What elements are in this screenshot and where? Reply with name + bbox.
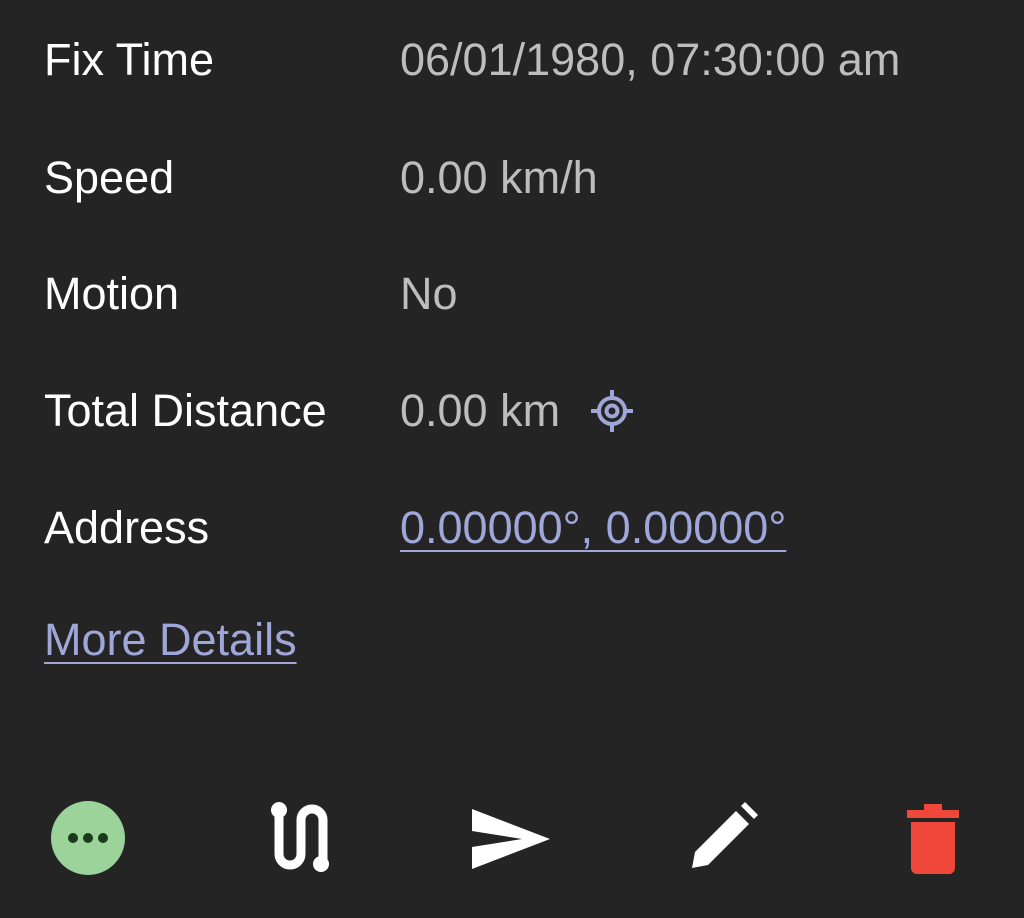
gear-icon[interactable] xyxy=(590,389,634,433)
fix-time-row: Fix Time 06/01/1980, 07:30:00 am xyxy=(44,30,994,90)
delete-button[interactable] xyxy=(890,796,976,882)
more-details-link[interactable]: More Details xyxy=(44,614,297,666)
total-distance-row: Total Distance 0.00 km xyxy=(44,381,994,441)
route-button[interactable] xyxy=(256,794,342,880)
fix-time-label: Fix Time xyxy=(44,34,215,85)
fix-time-value: 06/01/1980, 07:30:00 am xyxy=(400,34,901,85)
address-coordinates-link[interactable]: 0.00000°, 0.00000° xyxy=(400,502,786,554)
speed-value: 0.00 km/h xyxy=(400,152,598,203)
send-icon xyxy=(472,809,550,869)
send-button[interactable] xyxy=(468,796,554,882)
more-button[interactable] xyxy=(45,795,131,881)
total-distance-value-wrap: 0.00 km xyxy=(400,385,634,437)
edit-button[interactable] xyxy=(680,794,766,880)
address-label: Address xyxy=(44,502,210,553)
total-distance-label: Total Distance xyxy=(44,385,327,436)
action-toolbar xyxy=(0,790,1024,886)
trash-icon xyxy=(907,804,959,874)
address-row: Address 0.00000°, 0.00000° xyxy=(44,498,994,558)
total-distance-value: 0.00 km xyxy=(400,385,561,436)
position-details-panel: Fix Time 06/01/1980, 07:30:00 am Speed 0… xyxy=(0,0,1024,918)
more-horizontal-icon xyxy=(51,801,125,875)
pencil-icon xyxy=(692,802,758,868)
motion-label: Motion xyxy=(44,268,180,319)
speed-row: Speed 0.00 km/h xyxy=(44,148,994,208)
speed-label: Speed xyxy=(44,152,175,203)
route-icon xyxy=(271,802,329,872)
motion-row: Motion No xyxy=(44,264,994,324)
motion-value: No xyxy=(400,268,458,319)
